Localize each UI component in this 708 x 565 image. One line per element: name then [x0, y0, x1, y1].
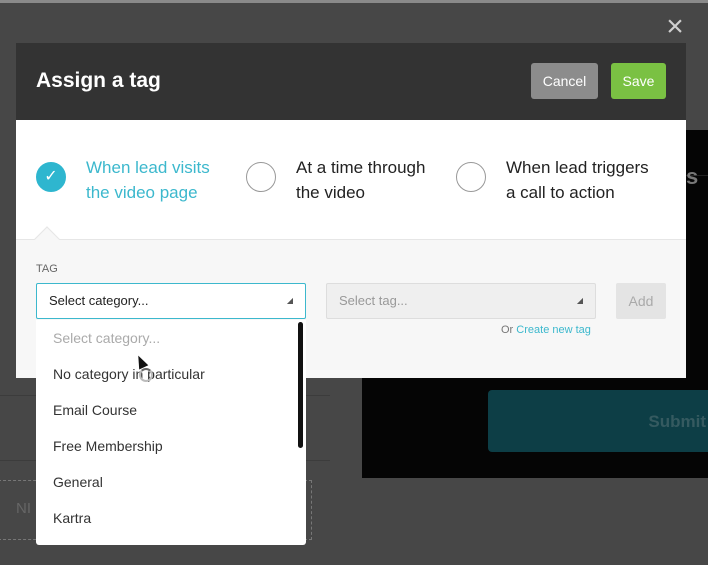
dropdown-option[interactable]: Kartra	[36, 500, 306, 536]
or-text: Or	[501, 324, 514, 336]
modal-title: Assign a tag	[36, 69, 161, 92]
dropdown-option[interactable]: Select category...	[36, 320, 306, 356]
radio-icon[interactable]	[456, 162, 486, 192]
radio-icon[interactable]	[246, 162, 276, 192]
pointer-caret	[34, 226, 60, 252]
trigger-options: ✓ When lead visits the video page At a ti…	[16, 120, 686, 252]
option-visits-page[interactable]: ✓ When lead visits the video page	[36, 158, 210, 205]
background-text: NI	[16, 500, 31, 517]
loading-spinner-icon	[139, 368, 153, 382]
dropdown-option[interactable]: No category in particular	[36, 356, 306, 392]
top-strip	[0, 0, 708, 3]
check-icon[interactable]: ✓	[36, 162, 66, 192]
category-select-value: Select category...	[49, 293, 149, 308]
category-select[interactable]: Select category... ◢	[36, 283, 306, 319]
dropdown-option[interactable]: Free Membership	[36, 428, 306, 464]
dropdown-option[interactable]: General	[36, 464, 306, 500]
option-label: the video page	[86, 183, 198, 202]
option-label: the video	[296, 183, 365, 202]
option-call-to-action[interactable]: When lead triggers a call to action	[456, 158, 649, 205]
create-new-tag-link[interactable]: Create new tag	[516, 324, 591, 336]
dropdown-option[interactable]: Email Course	[36, 392, 306, 428]
dropdown-arrow-icon: ◢	[576, 296, 583, 305]
option-label: When lead triggers	[506, 158, 649, 177]
create-tag-hint: Or Create new tag	[501, 324, 591, 336]
dropdown-arrow-icon: ◢	[286, 296, 293, 305]
option-time-through-video[interactable]: At a time through the video	[246, 158, 425, 205]
dropdown-scrollbar[interactable]	[298, 322, 303, 448]
option-label: When lead visits	[86, 158, 210, 177]
background-heading: s	[686, 164, 699, 189]
cancel-button[interactable]: Cancel	[531, 63, 598, 99]
option-label: At a time through	[296, 158, 426, 177]
category-dropdown-list: Select category... No category in partic…	[36, 320, 306, 545]
close-icon[interactable]: ×	[662, 12, 688, 42]
tag-label: TAG	[36, 263, 58, 275]
add-button[interactable]: Add	[616, 283, 666, 319]
save-button[interactable]: Save	[611, 63, 666, 99]
tag-select-placeholder: Select tag...	[339, 293, 408, 308]
submit-button[interactable]: Submit	[488, 390, 708, 452]
option-label: a call to action	[506, 183, 615, 202]
modal-header: Assign a tag Cancel Save	[16, 43, 686, 120]
tag-select[interactable]: Select tag... ◢	[326, 283, 596, 319]
